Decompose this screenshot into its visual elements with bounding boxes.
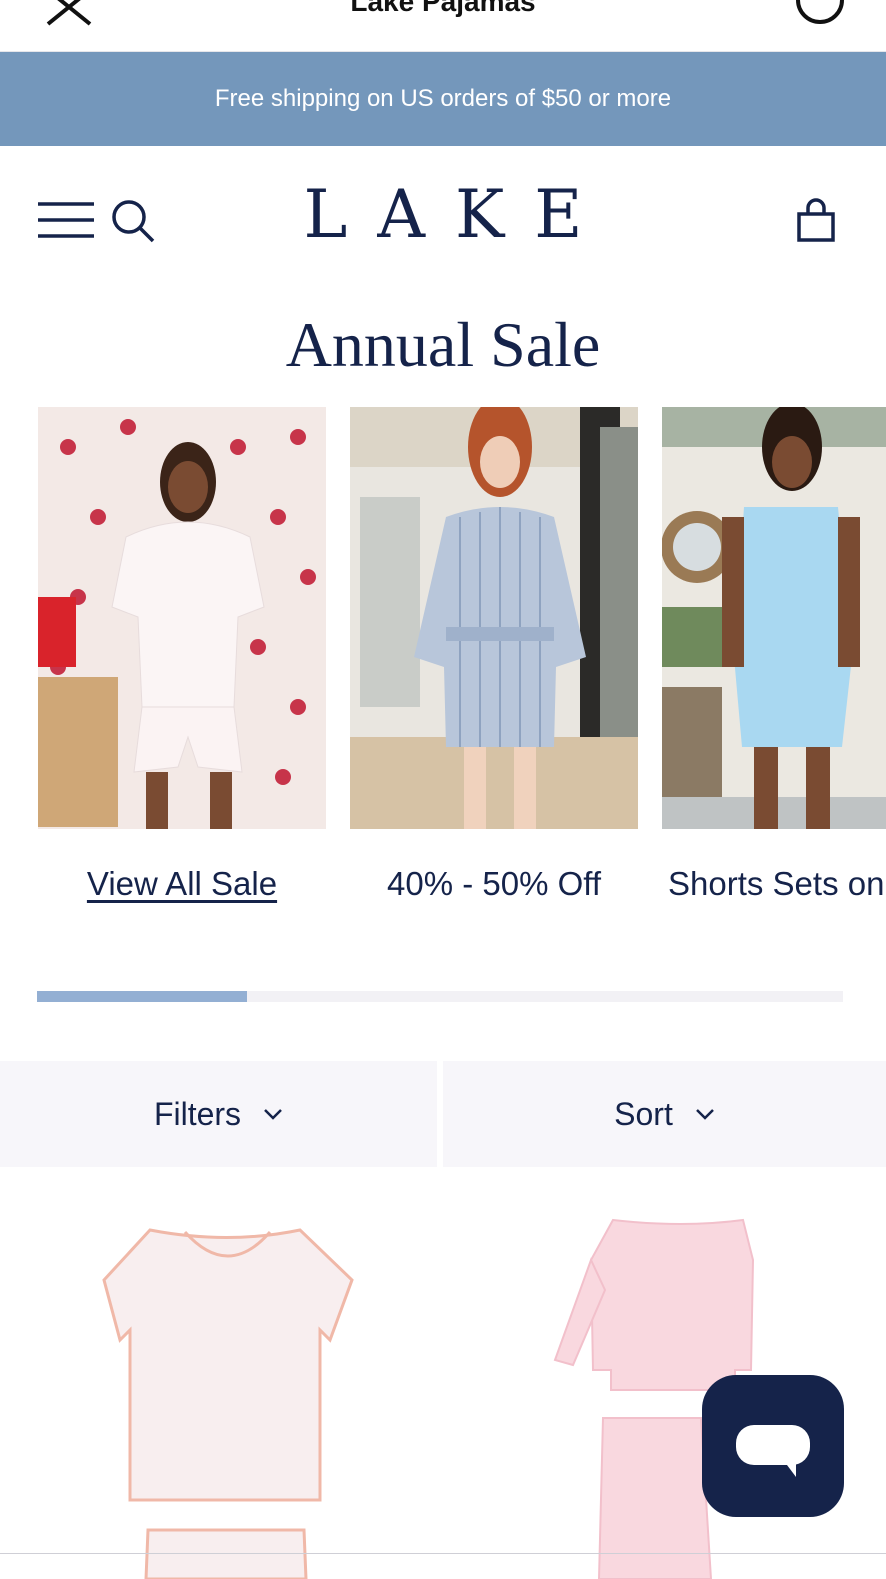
filters-button[interactable]: Filters <box>0 1061 437 1167</box>
product-card[interactable] <box>0 1200 443 1579</box>
carousel-scrollbar[interactable] <box>37 991 843 1002</box>
pink-print-short-sleeve-pajama-image[interactable] <box>0 1200 443 1579</box>
model-light-blue-cami-set-image[interactable] <box>662 407 886 829</box>
promo-text: Free shipping on US orders of $50 or mor… <box>214 85 672 112</box>
carousel-card-label[interactable]: 40% - 50% Off <box>350 865 638 903</box>
chevron-down-icon <box>264 1109 282 1120</box>
carousel-card-label[interactable]: View All Sale <box>38 865 326 903</box>
chat-button[interactable] <box>702 1375 844 1517</box>
carousel-card-discount[interactable]: 40% - 50% Off <box>350 407 638 903</box>
model-white-tee-shorts-set-image[interactable] <box>38 407 326 829</box>
page-title: Annual Sale <box>285 309 601 380</box>
reload-icon <box>796 0 844 24</box>
model-blue-striped-robe-image[interactable] <box>350 407 638 829</box>
chat-bubble-icon <box>736 1425 810 1477</box>
sort-button[interactable]: Sort <box>443 1061 886 1167</box>
shopping-bag-icon <box>797 198 835 242</box>
promo-banner[interactable]: Free shipping on US orders of $50 or mor… <box>0 52 886 146</box>
browser-top-bar: Lake Pajamas <box>0 0 886 52</box>
category-carousel[interactable]: View All Sale 40% - 50% Off Shorts Sets … <box>0 407 886 927</box>
sort-label: Sort <box>614 1095 673 1132</box>
site-header: LAKE <box>0 146 886 296</box>
carousel-card-shorts-sets[interactable]: Shorts Sets on Sale <box>662 407 886 903</box>
browser-title: Lake Pajamas <box>350 0 536 17</box>
filters-label: Filters <box>153 1095 242 1132</box>
chevron-down-icon <box>695 1109 714 1120</box>
divider <box>0 1553 886 1554</box>
site-logo[interactable]: LAKE <box>0 176 886 253</box>
carousel-card-view-all-sale[interactable]: View All Sale <box>38 407 326 903</box>
carousel-card-label[interactable]: Shorts Sets on Sale <box>662 865 886 903</box>
reload-button[interactable] <box>794 0 846 28</box>
filter-sort-bar: Filters Sort <box>0 1061 886 1167</box>
cart-button[interactable] <box>796 198 836 244</box>
carousel-scrollbar-thumb[interactable] <box>37 991 247 1002</box>
